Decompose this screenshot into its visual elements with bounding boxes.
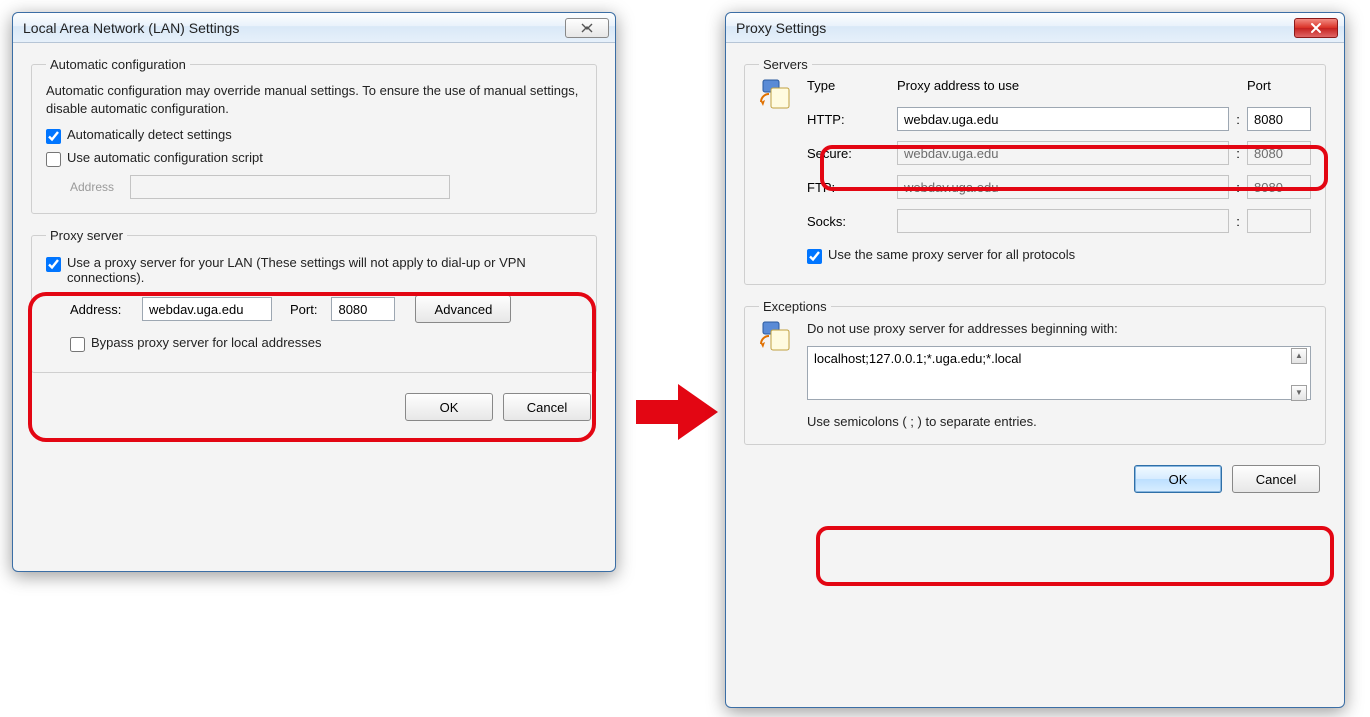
ftp-port-input (1247, 175, 1311, 199)
bypass-local-label: Bypass proxy server for local addresses (91, 335, 582, 350)
servers-legend: Servers (759, 57, 812, 72)
lan-settings-dialog: Local Area Network (LAN) Settings Automa… (12, 12, 616, 572)
servers-group: Servers Type Proxy address to use (744, 57, 1326, 285)
secure-port-input (1247, 141, 1311, 165)
proxy-address-label: Address: (70, 302, 134, 317)
proxy-cancel-button[interactable]: Cancel (1232, 465, 1320, 493)
colon-sep: : (1229, 112, 1247, 127)
col-port-header: Port (1247, 78, 1311, 93)
http-address-input[interactable] (897, 107, 1229, 131)
lan-title: Local Area Network (LAN) Settings (23, 20, 565, 36)
exceptions-hint: Use semicolons ( ; ) to separate entries… (807, 413, 1311, 431)
row-http-type: HTTP: (807, 112, 897, 127)
ftp-address-input (897, 175, 1229, 199)
lan-titlebar[interactable]: Local Area Network (LAN) Settings (13, 13, 615, 43)
auto-config-legend: Automatic configuration (46, 57, 190, 72)
exceptions-icon (759, 320, 807, 354)
proxy-server-group: Proxy server Use a proxy server for your… (31, 228, 597, 373)
col-addr-header: Proxy address to use (897, 78, 1229, 93)
advanced-button[interactable]: Advanced (415, 295, 511, 323)
proxy-settings-dialog: Proxy Settings Servers Type (725, 12, 1345, 708)
use-proxy-checkbox[interactable] (46, 257, 61, 272)
socks-port-input (1247, 209, 1311, 233)
exceptions-desc: Do not use proxy server for addresses be… (807, 320, 1311, 338)
proxy-ok-button[interactable]: OK (1134, 465, 1222, 493)
use-proxy-label: Use a proxy server for your LAN (These s… (67, 255, 582, 285)
scroll-down-icon[interactable]: ▼ (1291, 385, 1307, 401)
row-ftp-type: FTP: (807, 180, 897, 195)
bypass-local-checkbox[interactable] (70, 337, 85, 352)
proxy-title: Proxy Settings (736, 20, 1294, 36)
proxy-server-legend: Proxy server (46, 228, 127, 243)
secure-address-input (897, 141, 1229, 165)
socks-address-input (897, 209, 1229, 233)
exceptions-group: Exceptions Do not use proxy server for a… (744, 299, 1326, 445)
auto-script-checkbox[interactable] (46, 152, 61, 167)
auto-address-label: Address (70, 180, 130, 194)
proxy-titlebar[interactable]: Proxy Settings (726, 13, 1344, 43)
auto-detect-label: Automatically detect settings (67, 127, 582, 142)
exceptions-textarea[interactable] (807, 346, 1311, 400)
col-type-header: Type (807, 78, 897, 93)
same-proxy-checkbox[interactable] (807, 249, 822, 264)
exceptions-legend: Exceptions (759, 299, 831, 314)
auto-script-label: Use automatic configuration script (67, 150, 582, 165)
auto-config-desc: Automatic configuration may override man… (46, 82, 582, 117)
auto-address-input (130, 175, 450, 199)
arrow-icon (636, 384, 718, 440)
scroll-up-icon[interactable]: ▲ (1291, 348, 1307, 364)
auto-detect-checkbox[interactable] (46, 129, 61, 144)
lan-ok-button[interactable]: OK (405, 393, 493, 421)
servers-icon (759, 78, 807, 112)
row-socks-type: Socks: (807, 214, 897, 229)
proxy-address-input[interactable] (142, 297, 272, 321)
automatic-configuration-group: Automatic configuration Automatic config… (31, 57, 597, 214)
lan-close-button[interactable] (565, 18, 609, 38)
row-secure-type: Secure: (807, 146, 897, 161)
lan-cancel-button[interactable]: Cancel (503, 393, 591, 421)
proxy-close-button[interactable] (1294, 18, 1338, 38)
proxy-port-label: Port: (290, 302, 317, 317)
http-port-input[interactable] (1247, 107, 1311, 131)
proxy-port-input[interactable] (331, 297, 395, 321)
exceptions-scrollbar[interactable]: ▲ ▼ (1291, 348, 1309, 401)
same-proxy-label: Use the same proxy server for all protoc… (828, 247, 1311, 262)
